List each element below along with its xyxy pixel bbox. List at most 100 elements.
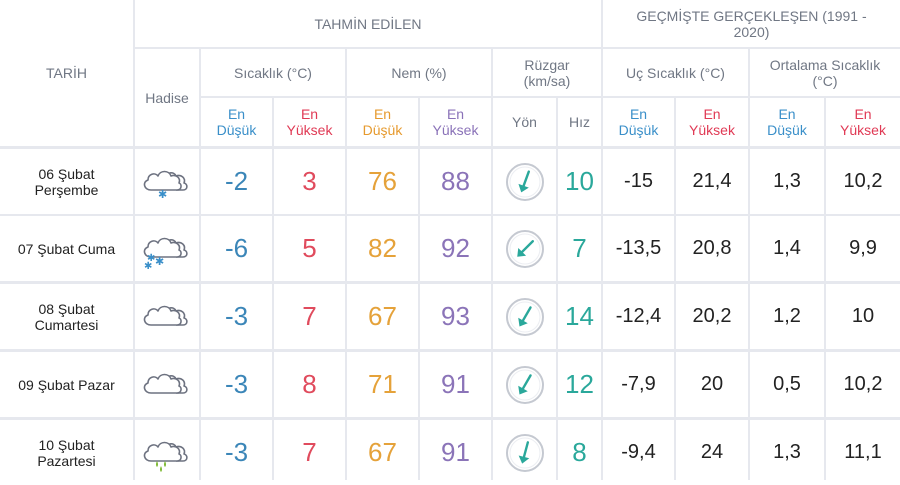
cloud-heavy-snow-icon: ✱ ✱ ✱ bbox=[140, 227, 194, 271]
row-temp-max: 7 bbox=[274, 420, 345, 485]
row-humidity-min: 71 bbox=[347, 352, 418, 417]
row-avg-min: 1,3 bbox=[750, 420, 824, 485]
row-avg-max: 9,9 bbox=[826, 216, 900, 281]
row-temp-max-value: 5 bbox=[302, 233, 317, 263]
header-uc-min: En Düşük bbox=[603, 98, 674, 146]
header-uc-max: En Yüksek bbox=[676, 98, 748, 146]
row-humidity-max: 92 bbox=[420, 216, 491, 281]
header-ruzgar-label: Rüzgar (km/sa) bbox=[523, 56, 571, 89]
row-extreme-min: -13,5 bbox=[603, 216, 674, 281]
row-avg-min: 0,5 bbox=[750, 352, 824, 417]
row-extreme-max: 21,4 bbox=[676, 149, 748, 214]
row-humidity-max-value: 93 bbox=[441, 301, 470, 331]
header-uc-min-label: En Düşük bbox=[618, 106, 659, 138]
row-date-value: 08 Şubat Cumartesi bbox=[34, 300, 99, 333]
row-humidity-max: 91 bbox=[420, 352, 491, 417]
row-wind-speed: 14 bbox=[558, 284, 601, 349]
row-temp-max: 7 bbox=[274, 284, 345, 349]
row-avg-min-value: 1,2 bbox=[773, 305, 801, 327]
row-temp-min-value: -3 bbox=[224, 437, 249, 467]
cloud-icon bbox=[140, 295, 194, 339]
wind-compass-icon bbox=[505, 229, 544, 268]
row-extreme-min: -7,9 bbox=[603, 352, 674, 417]
row-avg-max: 11,1 bbox=[826, 420, 900, 485]
header-sicaklik-label: Sıcaklık (°C) bbox=[234, 64, 312, 81]
header-hum-max-label: En Yüksek bbox=[432, 106, 479, 138]
header-ort-min-label: En Düşük bbox=[767, 106, 807, 138]
header-hum-min-label: En Düşük bbox=[362, 106, 403, 138]
row-temp-max-value: 8 bbox=[302, 369, 317, 399]
row-date-value: 10 Şubat Pazartesi bbox=[37, 436, 96, 469]
svg-text:✱: ✱ bbox=[155, 255, 164, 268]
row-date: 09 Şubat Pazar bbox=[0, 352, 133, 417]
row-avg-min-value: 1,3 bbox=[773, 170, 801, 192]
header-sicaklik: Sıcaklık (°C) bbox=[201, 49, 345, 96]
header-gecmis: GEÇMİŞTE GERÇEKLEŞEN (1991 - 2020) bbox=[603, 0, 900, 47]
row-temp-max: 8 bbox=[274, 352, 345, 417]
row-wind-direction bbox=[493, 352, 556, 417]
row-temp-max: 3 bbox=[274, 149, 345, 214]
row-temp-min: -3 bbox=[201, 352, 272, 417]
row-extreme-max-value: 21,4 bbox=[692, 170, 732, 192]
row-date-value: 07 Şubat Cuma bbox=[17, 240, 116, 257]
row-extreme-min: -9,4 bbox=[603, 420, 674, 485]
row-avg-max-value: 9,9 bbox=[849, 237, 877, 259]
row-avg-max: 10,2 bbox=[826, 352, 900, 417]
row-temp-min-value: -3 bbox=[224, 369, 249, 399]
header-ruzgar: Rüzgar (km/sa) bbox=[493, 49, 601, 96]
row-humidity-min: 82 bbox=[347, 216, 418, 281]
row-wind-speed: 7 bbox=[558, 216, 601, 281]
cloud-snow-icon: ✱ bbox=[140, 160, 194, 204]
header-hadise-label: Hadise bbox=[145, 89, 189, 106]
header-gecmis-label: GEÇMİŞTE GERÇEKLEŞEN (1991 - 2020) bbox=[636, 7, 867, 40]
row-humidity-min-value: 76 bbox=[368, 166, 397, 196]
row-temp-max: 5 bbox=[274, 216, 345, 281]
header-temp-max-label: En Yüksek bbox=[286, 106, 333, 138]
row-humidity-max-value: 92 bbox=[441, 233, 470, 263]
row-temp-max-value: 3 bbox=[302, 166, 317, 196]
row-date-value: 06 Şubat Perşembe bbox=[34, 165, 99, 198]
row-temp-max-value: 7 bbox=[302, 437, 317, 467]
row-temp-min: -3 bbox=[201, 284, 272, 349]
header-temp-min: En Düşük bbox=[201, 98, 272, 146]
row-humidity-max: 91 bbox=[420, 420, 491, 485]
header-hiz-label: Hız bbox=[569, 114, 590, 130]
header-tahmin-label: TAHMİN EDİLEN bbox=[314, 15, 422, 32]
row-wind-speed-value: 8 bbox=[572, 437, 587, 467]
row-temp-max-value: 7 bbox=[302, 301, 317, 331]
header-nem-label: Nem (%) bbox=[391, 64, 447, 81]
row-humidity-max: 88 bbox=[420, 149, 491, 214]
row-avg-min: 1,4 bbox=[750, 216, 824, 281]
row-extreme-max-value: 20 bbox=[700, 373, 724, 395]
row-extreme-max: 20,8 bbox=[676, 216, 748, 281]
row-weather-icon: ✱ ✱ ✱ bbox=[135, 216, 199, 281]
row-temp-min: -2 bbox=[201, 149, 272, 214]
header-hadise: Hadise bbox=[135, 49, 199, 146]
row-date-value: 09 Şubat Pazar bbox=[18, 376, 115, 393]
row-humidity-max-value: 91 bbox=[441, 369, 470, 399]
row-extreme-min-value: -9,4 bbox=[621, 441, 656, 463]
cloud-rain-icon bbox=[140, 431, 194, 475]
header-nem: Nem (%) bbox=[347, 49, 491, 96]
row-weather-icon bbox=[135, 420, 199, 485]
row-extreme-max: 20,2 bbox=[676, 284, 748, 349]
row-avg-max-value: 10,2 bbox=[843, 170, 883, 192]
row-humidity-min: 67 bbox=[347, 420, 418, 485]
row-avg-min-value: 1,4 bbox=[773, 237, 801, 259]
row-humidity-max-value: 88 bbox=[441, 166, 470, 196]
row-extreme-max-value: 24 bbox=[700, 441, 724, 463]
row-avg-min: 1,3 bbox=[750, 149, 824, 214]
row-weather-icon bbox=[135, 284, 199, 349]
header-tahmin: TAHMİN EDİLEN bbox=[135, 0, 601, 47]
header-yon: Yön bbox=[493, 98, 556, 146]
row-extreme-min-value: -13,5 bbox=[615, 237, 662, 259]
row-temp-min-value: -3 bbox=[224, 301, 249, 331]
row-avg-min-value: 0,5 bbox=[773, 373, 801, 395]
row-wind-speed: 12 bbox=[558, 352, 601, 417]
wind-compass-icon bbox=[505, 297, 544, 336]
row-avg-max: 10 bbox=[826, 284, 900, 349]
row-temp-min: -3 bbox=[201, 420, 272, 485]
row-humidity-max: 93 bbox=[420, 284, 491, 349]
row-extreme-max-value: 20,8 bbox=[692, 237, 732, 259]
header-tarih-label: TARİH bbox=[46, 65, 87, 81]
